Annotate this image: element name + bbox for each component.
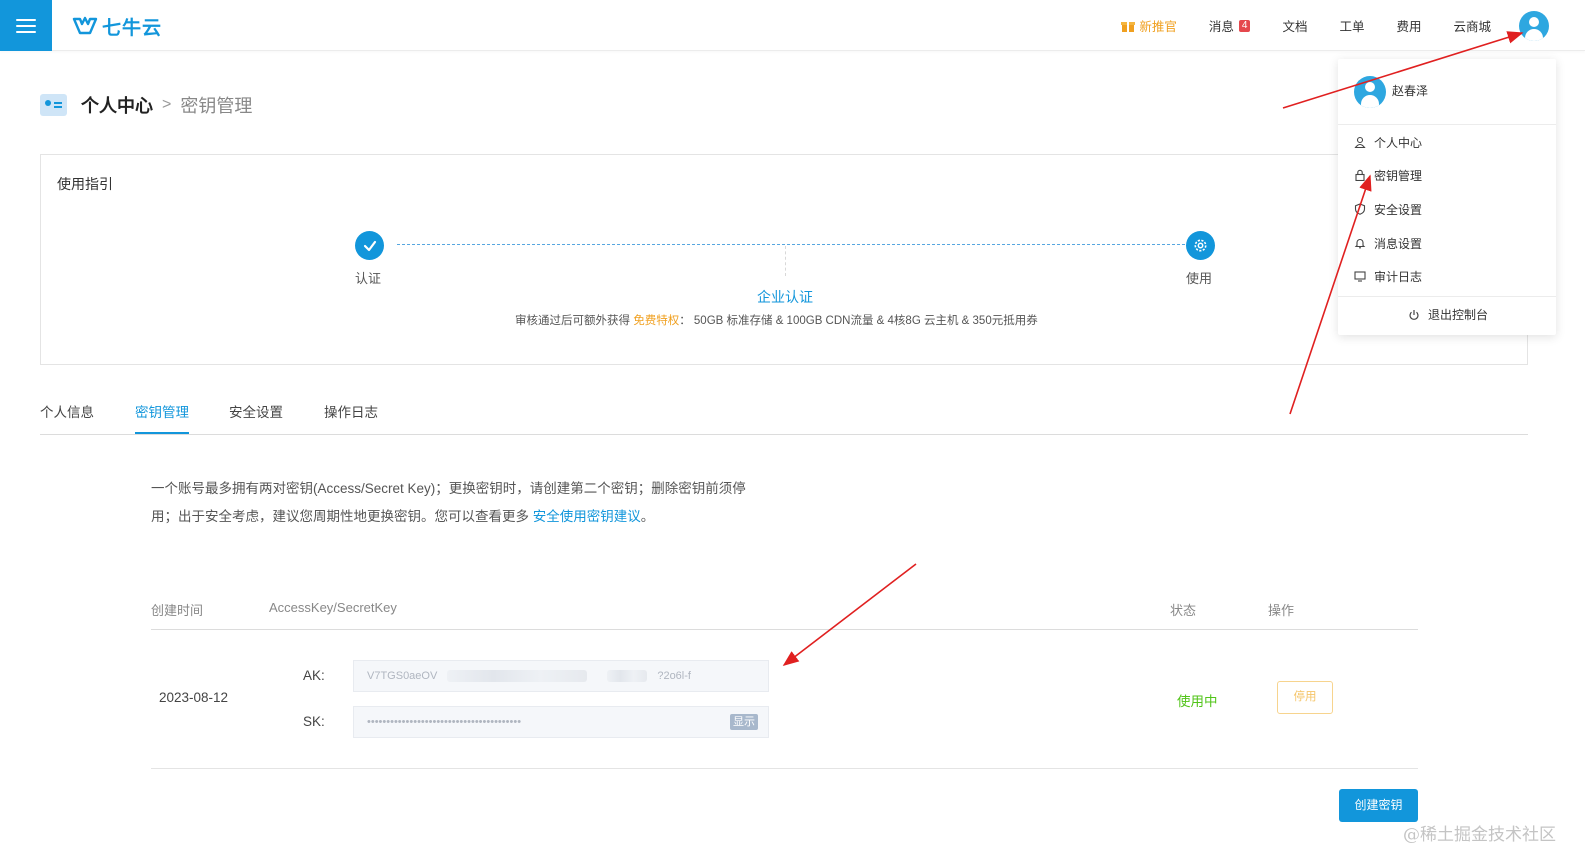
nav-new-offer-label: 新推官 [1139,20,1177,34]
dropdown-username: 赵春泽 [1392,84,1429,98]
hamburger-icon [16,18,36,33]
user-dropdown-menu: 赵春泽 个人中心 密钥管理 安全设置 消息设置 审计日志 退出控制台 [1338,59,1556,335]
benefits-prefix: 审核通过后可额外获得 [515,315,634,327]
dropdown-divider [1338,296,1556,297]
nav-new-offer[interactable]: 新推官 [1121,16,1177,35]
dropdown-user-header: 赵春泽 [1338,59,1556,125]
menu-item-audit-log[interactable]: 审计日志 [1354,266,1422,286]
key-security-advice-link[interactable]: 安全使用密钥建议 [533,509,641,524]
nav-billing[interactable]: 费用 [1396,16,1421,35]
nav-messages-label: 消息 [1208,20,1234,34]
menu-item-profile[interactable]: 个人中心 [1354,132,1422,152]
menu-item-security[interactable]: 安全设置 [1354,199,1422,219]
user-avatar[interactable] [1519,10,1549,41]
step-verify-circle [355,231,384,260]
nav-tickets[interactable]: 工单 [1339,16,1364,35]
menu-item-audit-log-label: 审计日志 [1374,269,1423,284]
secret-key-field[interactable]: ••••••••••••••••••••••••••••••••••••••••… [353,706,769,738]
logout-label: 退出控制台 [1428,308,1489,322]
message-count-badge: 4 [1238,19,1251,32]
sk-label: SK: [303,714,325,729]
table-header: 创建时间 AccessKey/SecretKey 状态 操作 [151,590,1418,630]
access-key-redaction [447,670,588,683]
top-bar: 七牛云 新推官 消息 4 文档 工单 费用 云商城 [0,0,1585,51]
nav-marketplace[interactable]: 云商城 [1453,16,1491,35]
step-use-circle [1186,231,1215,260]
table-row: 2023-08-12 AK: V7TGS0aeOV ?2o6l-f SK: •••… [151,630,1418,769]
account-tabs: 个人信息 密钥管理 安全设置 操作日志 [40,395,1528,435]
logo-icon [72,16,98,35]
enterprise-verify-link[interactable]: 企业认证 [757,287,813,307]
notice-line-2-suffix: 。 [640,509,655,524]
bell-icon [1354,239,1366,249]
menu-item-key-management[interactable]: 密钥管理 [1354,165,1422,185]
user-icon [1354,136,1366,148]
lock-icon [1355,169,1365,181]
header-status: 状态 [1170,603,1197,618]
guide-title: 使用指引 [57,176,113,192]
breadcrumb-root[interactable]: 个人中心 [81,92,153,118]
nav-messages[interactable]: 消息 4 [1209,16,1251,35]
step-divider [785,246,786,276]
access-key-prefix: V7TGS0aeOV [367,670,438,682]
notice-line-2-prefix: 用；出于安全考虑，建议您周期性地更换密钥。您可以查看更多 [151,509,533,524]
key-notice: 一个账号最多拥有两对密钥(Access/Secret Key)；更换密钥时，请创… [151,475,776,531]
status-badge: 使用中 [1177,694,1218,709]
menu-item-key-management-label: 密钥管理 [1374,168,1423,183]
notice-line-1: 一个账号最多拥有两对密钥(Access/Secret Key)；更换密钥时，请创… [151,481,746,496]
breadcrumb-current: 密钥管理 [180,96,253,116]
tab-key-management[interactable]: 密钥管理 [135,401,189,434]
menu-toggle-button[interactable] [0,0,52,51]
benefits-highlight: 免费特权 [633,315,680,327]
id-card-icon [40,94,67,116]
header-keys: AccessKey/SecretKey [269,600,397,615]
usage-guide-card: 使用指引 认证 使用 企业认证 审核通过后可额外获得 免费特权： 50GB 标准… [40,154,1528,365]
header-created: 创建时间 [151,603,204,618]
show-secret-button[interactable]: 显示 [730,714,758,730]
menu-item-notifications[interactable]: 消息设置 [1354,233,1422,253]
check-icon [363,240,376,251]
ak-label: AK: [303,668,325,683]
step-use-label: 使用 [1186,271,1213,286]
create-key-button[interactable]: 创建密钥 [1339,789,1418,822]
enterprise-benefits-text: 审核通过后可额外获得 免费特权： 50GB 标准存储 & 100GB CDN流量… [515,312,1038,328]
header-actions: 操作 [1268,603,1295,618]
menu-item-security-label: 安全设置 [1374,202,1423,217]
logout-button[interactable]: 退出控制台 [1408,306,1488,323]
access-key-redaction-2 [607,670,648,683]
gift-icon [1121,21,1136,32]
access-key-field[interactable]: V7TGS0aeOV ?2o6l-f [353,660,769,692]
watermark: @稀土掘金技术社区 [1403,825,1556,845]
nav-docs[interactable]: 文档 [1282,16,1307,35]
secret-key-masked: •••••••••••••••••••••••••••••••••••••••• [367,716,522,728]
breadcrumb-separator: > [162,96,172,113]
breadcrumb: 个人中心 > 密钥管理 [40,90,252,120]
disable-key-button[interactable]: 停用 [1277,681,1333,714]
top-nav: 新推官 消息 4 文档 工单 费用 云商城 [1121,0,1585,51]
key-created-date: 2023-08-12 [159,690,229,705]
monitor-icon [1354,271,1366,282]
logo-text: 七牛云 [102,17,163,39]
key-table: 创建时间 AccessKey/SecretKey 状态 操作 2023-08-1… [151,590,1418,769]
menu-item-notifications-label: 消息设置 [1374,236,1423,251]
step-connector [397,244,1185,245]
tab-profile[interactable]: 个人信息 [40,401,94,432]
benefits-suffix: ： 50GB 标准存储 & 100GB CDN流量 & 4核8G 云主机 & 3… [679,315,1038,327]
gear-icon [1194,239,1207,252]
notice-line-2: 用；出于安全考虑，建议您周期性地更换密钥。您可以查看更多 安全使用密钥建议。 [151,503,776,531]
shield-icon [1354,203,1366,215]
dropdown-avatar [1354,76,1386,108]
access-key-suffix: ?2o6l-f [657,670,691,682]
tab-operation-log[interactable]: 操作日志 [324,401,378,432]
power-icon [1409,309,1419,320]
step-verify-label: 认证 [355,271,382,286]
logo[interactable]: 七牛云 [72,12,162,40]
tab-security[interactable]: 安全设置 [229,401,283,432]
menu-item-profile-label: 个人中心 [1374,135,1423,150]
